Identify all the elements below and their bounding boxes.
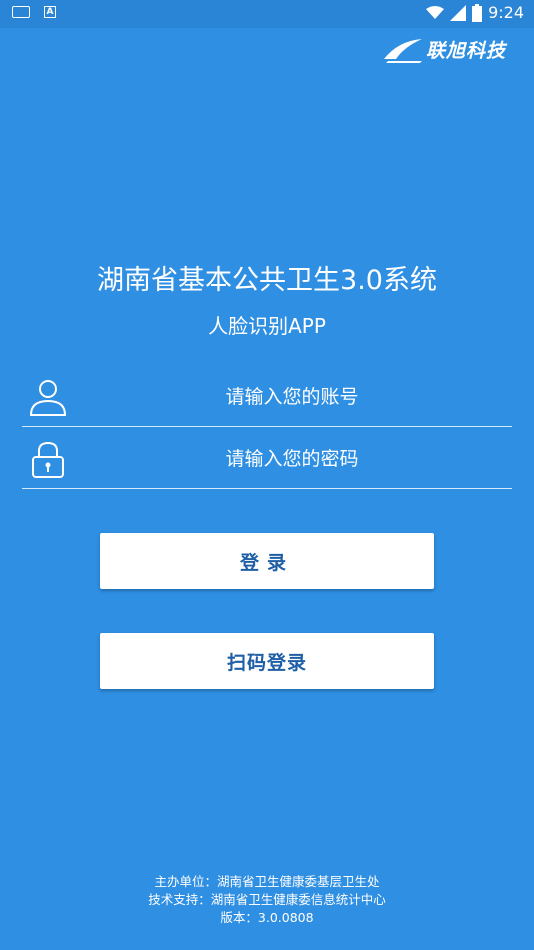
page-subtitle: 人脸识别APP [208, 314, 326, 338]
battery-icon [472, 3, 483, 22]
lock-icon [32, 441, 64, 478]
password-field-row [22, 429, 512, 489]
a-notification-icon: A [44, 6, 56, 18]
footer: 主办单位：湖南省卫生健康委基层卫生处 技术支持：湖南省卫生健康委信息统计中心 版… [0, 873, 534, 927]
page-title: 湖南省基本公共卫生3.0系统 [97, 265, 437, 296]
footer-support: 技术支持：湖南省卫生健康委信息统计中心 [148, 892, 386, 907]
footer-version: 版本：3.0.0808 [220, 910, 314, 925]
status-bar: A 9:24 [0, 0, 534, 28]
footer-organizer: 主办单位：湖南省卫生健康委基层卫生处 [154, 874, 380, 889]
password-input[interactable] [92, 429, 492, 489]
signal-icon [450, 4, 467, 21]
status-right: 9:24 [426, 3, 524, 22]
account-input[interactable] [92, 367, 492, 427]
brand: 联旭科技 [382, 36, 506, 63]
status-left: A [12, 6, 56, 18]
brand-logo-icon [383, 38, 422, 63]
account-field-row [22, 367, 512, 427]
scan-login-button[interactable]: 扫码登录 [100, 633, 434, 689]
keyboard-icon [12, 6, 30, 18]
wifi-icon [426, 5, 445, 19]
login-button[interactable]: 登录 [100, 533, 434, 589]
status-time: 9:24 [488, 3, 524, 22]
brand-name: 联旭科技 [425, 40, 506, 62]
user-icon [29, 380, 67, 416]
